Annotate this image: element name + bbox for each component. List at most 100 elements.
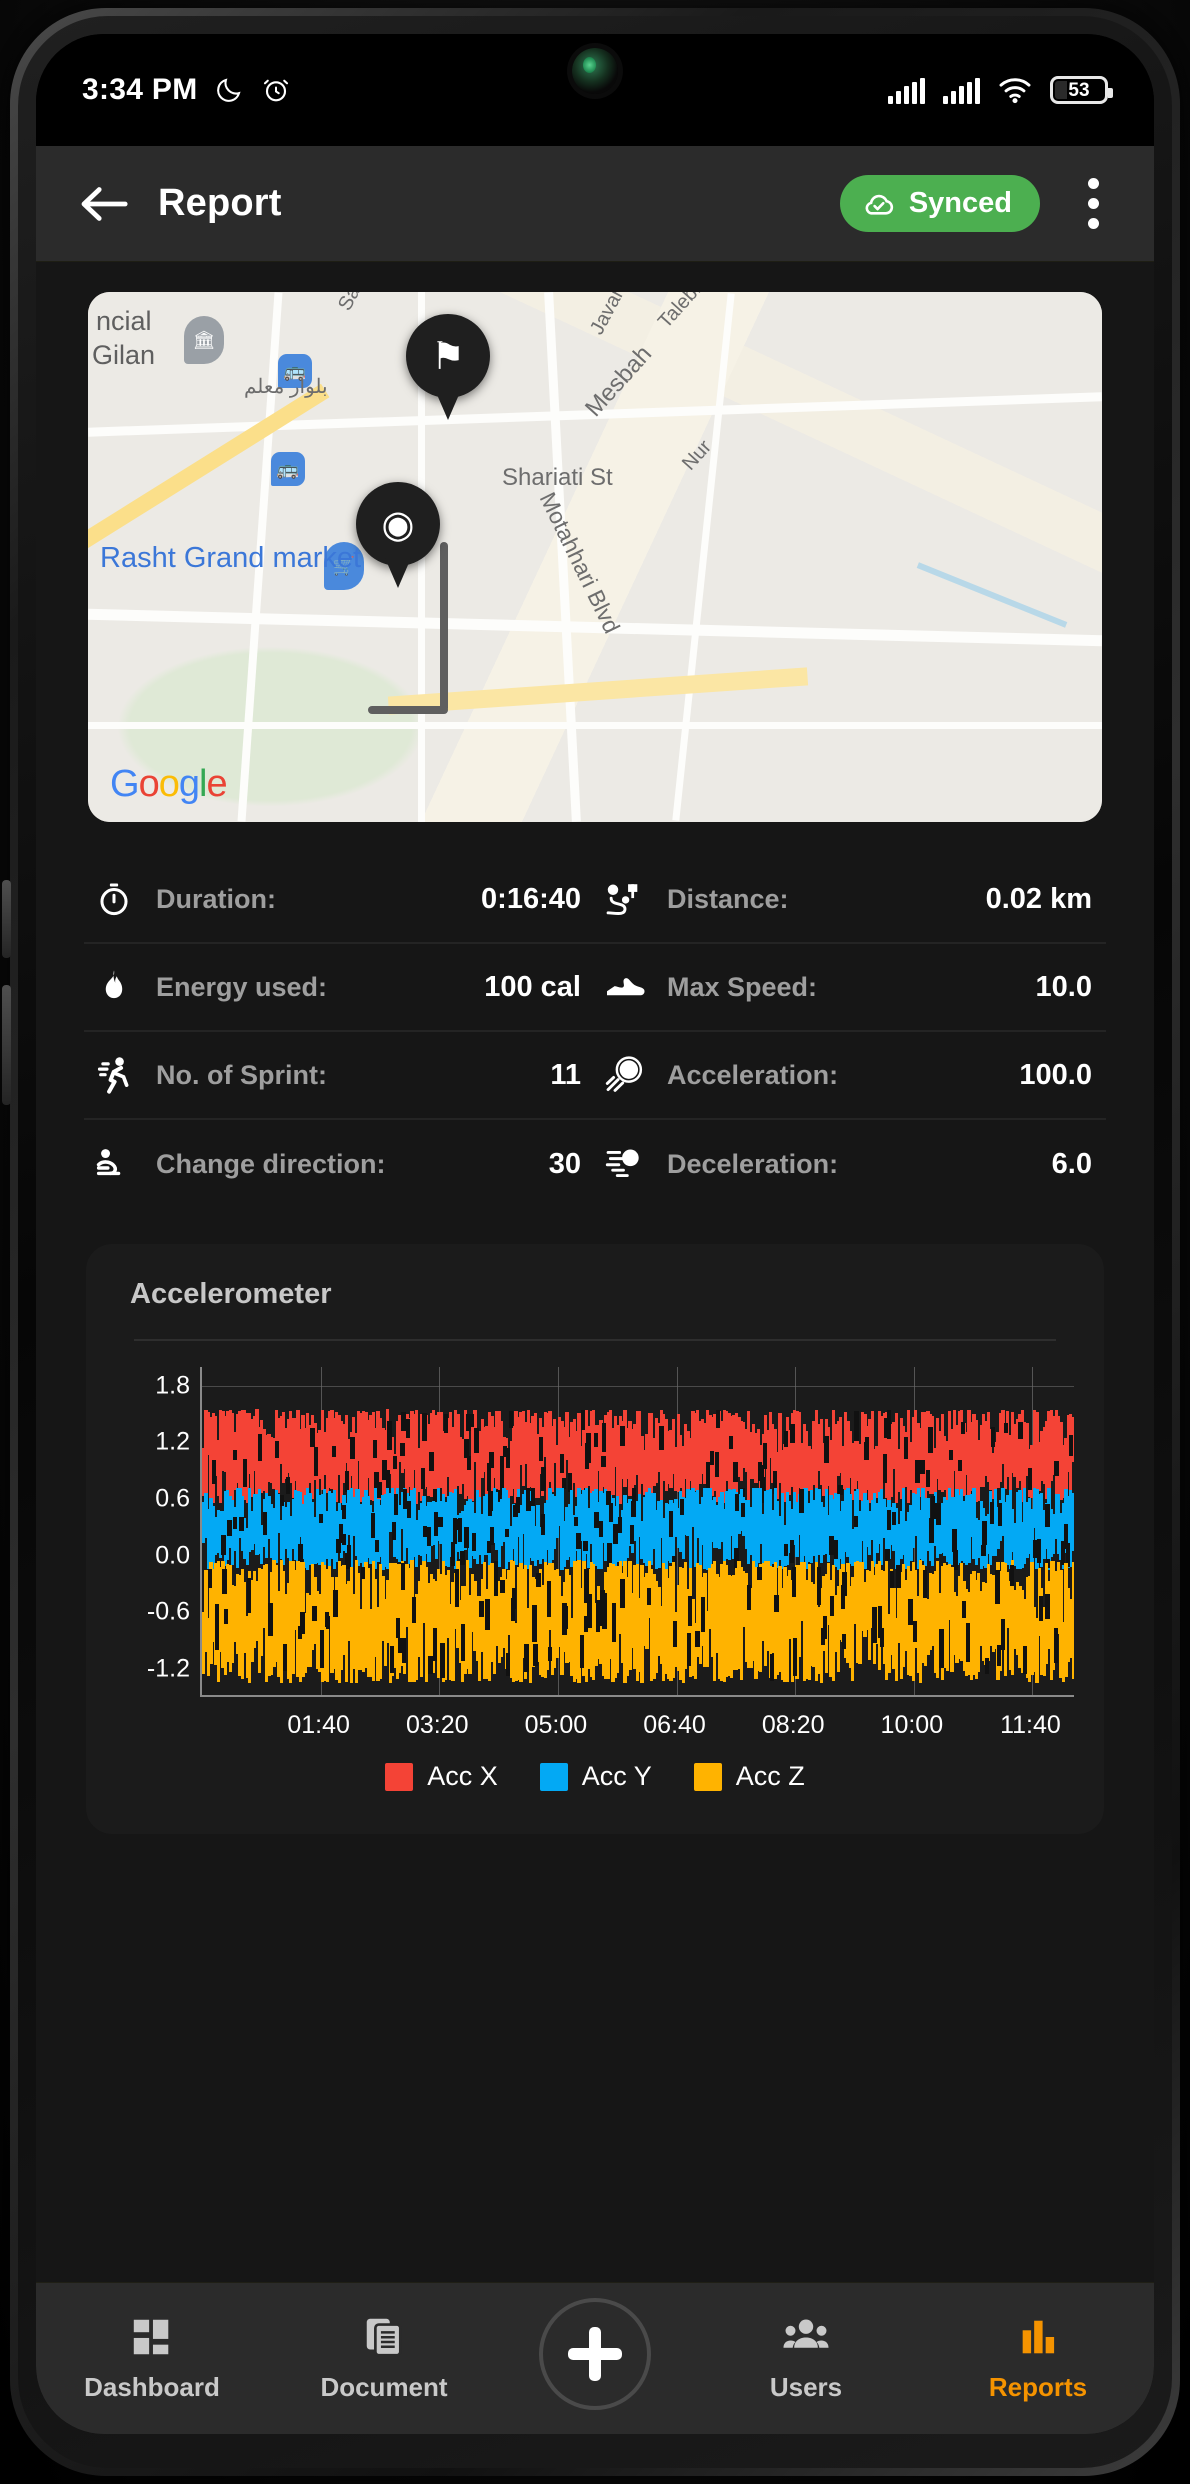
route-distance-icon bbox=[603, 880, 647, 918]
legend-label: Acc Y bbox=[581, 1761, 652, 1791]
map-poi-bus-icon[interactable]: 🚌 bbox=[271, 452, 305, 486]
running-shoe-icon bbox=[603, 970, 647, 1004]
chart-y-tick: 0.0 bbox=[155, 1541, 190, 1570]
chart-y-tick: 0.6 bbox=[155, 1484, 190, 1513]
chart-x-tick: 05:00 bbox=[524, 1711, 588, 1739]
stat-acceleration: Acceleration: 100.0 bbox=[595, 1032, 1106, 1120]
wifi-icon bbox=[999, 78, 1031, 104]
legend-item[interactable]: Acc Z bbox=[693, 1761, 805, 1792]
sync-status-badge[interactable]: Synced bbox=[839, 175, 1040, 232]
status-bar-right: 53 bbox=[888, 76, 1113, 104]
kebab-dot bbox=[1087, 218, 1099, 229]
stat-label: Deceleration: bbox=[667, 1148, 839, 1179]
chart-legend: Acc X Acc Y Acc Z bbox=[116, 1761, 1074, 1792]
cloud-check-icon bbox=[865, 194, 893, 215]
add-button[interactable] bbox=[539, 2297, 651, 2410]
stat-deceleration: Deceleration: 6.0 bbox=[595, 1120, 1106, 1208]
chart-x-tick: 03:20 bbox=[405, 1711, 469, 1739]
sync-label: Synced bbox=[908, 187, 1012, 219]
route-map[interactable]: 🏛 🚌 🚌 🛒 ⚑ ◉ ncial Gilan Saadi St بلوار م… bbox=[88, 292, 1102, 822]
stat-value: 0.02 km bbox=[985, 882, 1092, 915]
chart-x-tick: 10:00 bbox=[880, 1711, 944, 1739]
stat-label: Max Speed: bbox=[667, 971, 818, 1002]
chart-series-acc-z bbox=[202, 1560, 1074, 1683]
legend-item[interactable]: Acc X bbox=[385, 1761, 498, 1792]
stat-label: Energy used: bbox=[156, 971, 328, 1002]
screenshot-scene: 3:34 PM 53 Report Synced 🏛 🚌 🚌 🛒 ⚑ ◉ nci… bbox=[0, 0, 1190, 2484]
chart-x-tick: 01:40 bbox=[287, 1711, 350, 1739]
flame-icon bbox=[92, 968, 136, 1006]
chart-canvas[interactable] bbox=[200, 1367, 1074, 1697]
route-track bbox=[368, 706, 448, 714]
legend-swatch bbox=[385, 1762, 414, 1791]
chart-y-tick: -0.6 bbox=[146, 1597, 190, 1626]
chart-title: Accelerometer bbox=[130, 1278, 332, 1310]
battery-fill bbox=[1055, 81, 1067, 99]
stat-value: 100 cal bbox=[484, 970, 581, 1003]
chart-y-tick: -1.2 bbox=[146, 1654, 190, 1683]
stat-energy-used: Energy used: 100 cal bbox=[84, 944, 595, 1032]
status-bar: 3:34 PM 53 bbox=[36, 34, 1154, 146]
stat-distance: Distance: 0.02 km bbox=[595, 856, 1106, 944]
nav-item-reports[interactable]: Reports bbox=[922, 2314, 1154, 2403]
legend-swatch bbox=[539, 1762, 568, 1791]
legend-label: Acc Z bbox=[735, 1761, 805, 1791]
nav-item-dashboard[interactable]: Dashboard bbox=[36, 2314, 268, 2403]
stat-label: Acceleration: bbox=[667, 1059, 839, 1090]
kebab-dot bbox=[1087, 178, 1099, 189]
chart-gridline bbox=[202, 1385, 1074, 1387]
stats-grid: Duration: 0:16:40 Distance: 0.02 km Ener… bbox=[84, 856, 1106, 1208]
overflow-menu-button[interactable] bbox=[1066, 174, 1120, 234]
stat-duration: Duration: 0:16:40 bbox=[84, 856, 595, 944]
start-location-pin[interactable]: ◉ bbox=[356, 482, 440, 588]
stopwatch-icon bbox=[92, 880, 136, 918]
finish-flag-pin[interactable]: ⚑ bbox=[406, 314, 490, 420]
map-poi-bank-icon[interactable]: 🏛 bbox=[184, 316, 224, 364]
map-road bbox=[88, 722, 1102, 729]
route-track bbox=[440, 542, 448, 712]
deceleration-icon bbox=[603, 1145, 647, 1183]
kebab-dot bbox=[1087, 198, 1099, 209]
volume-key[interactable] bbox=[2, 880, 11, 958]
legend-item[interactable]: Acc Y bbox=[539, 1761, 652, 1792]
fab-slot bbox=[500, 2297, 690, 2410]
nav-label: Document bbox=[320, 2372, 448, 2402]
battery-indicator: 53 bbox=[1050, 76, 1113, 104]
stat-label: Change direction: bbox=[156, 1148, 386, 1179]
stat-value: 11 bbox=[550, 1058, 581, 1091]
dashboard-grid-icon bbox=[133, 2319, 169, 2355]
nav-item-document[interactable]: Document bbox=[268, 2314, 500, 2403]
stat-value: 0:16:40 bbox=[481, 882, 581, 915]
chart-y-axis: 1.8 1.2 0.6 0.0 -0.6 -1.2 bbox=[116, 1367, 200, 1697]
stat-label: No. of Sprint: bbox=[156, 1059, 327, 1090]
stat-value: 30 bbox=[548, 1147, 581, 1180]
phone-screen: 3:34 PM 53 Report Synced 🏛 🚌 🚌 🛒 ⚑ ◉ nci… bbox=[36, 34, 1154, 2434]
map-label: Gilan bbox=[92, 340, 156, 370]
document-copy-icon bbox=[366, 2318, 402, 2357]
back-arrow-icon bbox=[81, 186, 128, 221]
nav-label: Users bbox=[769, 2372, 843, 2402]
stat-max-speed: Max Speed: 10.0 bbox=[595, 944, 1106, 1032]
bar-chart-icon bbox=[1022, 2320, 1055, 2354]
legend-swatch bbox=[693, 1762, 722, 1791]
back-button[interactable] bbox=[76, 176, 132, 232]
map-label: بلوار معلم bbox=[244, 376, 328, 398]
app-bar: Report Synced bbox=[36, 146, 1154, 262]
chart-x-axis: 01:40 03:20 05:00 06:40 08:20 10:00 11:40 bbox=[200, 1697, 1074, 1753]
page-title: Report bbox=[158, 182, 282, 224]
bottom-navigation: Dashboard Document Users Reports bbox=[36, 2282, 1154, 2434]
moon-icon bbox=[217, 78, 242, 102]
map-label-market: Rasht Grand market bbox=[100, 542, 362, 574]
stat-label: Duration: bbox=[156, 883, 276, 914]
stat-value: 10.0 bbox=[1035, 970, 1092, 1003]
acceleration-icon bbox=[603, 1056, 647, 1094]
sprinting-person-icon bbox=[92, 1055, 136, 1095]
accelerometer-chart-card: Accelerometer 1.8 1.2 0.6 0.0 -0.6 -1.2 01:40… bbox=[86, 1244, 1104, 1834]
power-key[interactable] bbox=[2, 985, 11, 1105]
battery-level-text: 53 bbox=[1068, 79, 1090, 101]
report-content: 🏛 🚌 🚌 🛒 ⚑ ◉ ncial Gilan Saadi St بلوار م… bbox=[36, 262, 1154, 2282]
nav-item-users[interactable]: Users bbox=[690, 2314, 922, 2403]
nav-label: Dashboard bbox=[84, 2372, 220, 2402]
alarm-icon bbox=[264, 79, 289, 102]
chart-x-tick: 08:20 bbox=[761, 1711, 825, 1739]
